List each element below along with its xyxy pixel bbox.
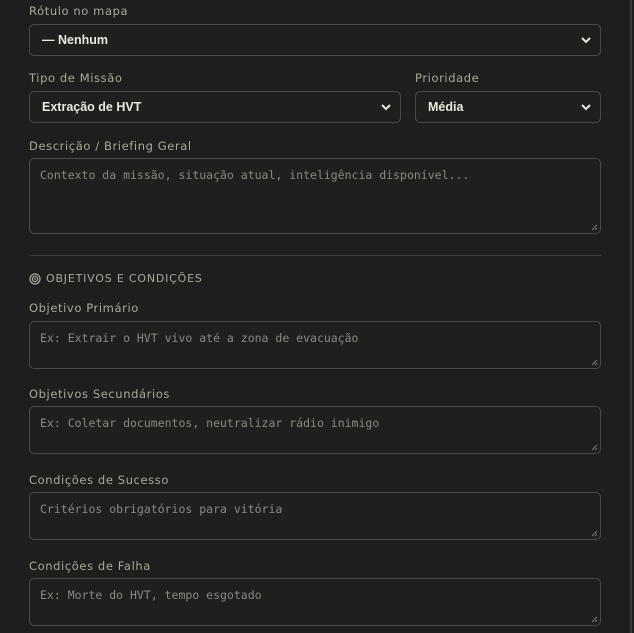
map-label-select[interactable]: — Nenhum: [29, 24, 601, 56]
resize-grip-icon[interactable]: [591, 616, 598, 623]
priority-label: Prioridade: [415, 71, 480, 85]
map-label-label: Rótulo no mapa: [29, 4, 129, 18]
secondary-objectives-label: Objetivos Secundários: [29, 387, 170, 401]
failure-conditions-label: Condições de Falha: [29, 559, 151, 573]
success-conditions-textarea[interactable]: Critérios obrigatórios para vitória: [29, 492, 601, 540]
priority-select[interactable]: Média: [415, 91, 601, 123]
mission-type-select[interactable]: Extração de HVT: [29, 91, 401, 123]
primary-objective-textarea[interactable]: Ex: Extrair o HVT vivo até a zona de eva…: [29, 321, 601, 369]
secondary-objectives-placeholder: Ex: Coletar documentos, neutralizar rádi…: [40, 416, 380, 430]
objectives-section-text: OBJETIVOS E CONDIÇÕES: [46, 272, 203, 285]
briefing-placeholder: Contexto da missão, situação atual, inte…: [40, 168, 470, 182]
resize-grip-icon[interactable]: [591, 359, 598, 366]
chevron-down-icon: [581, 104, 591, 111]
resize-grip-icon[interactable]: [591, 224, 598, 231]
briefing-textarea[interactable]: Contexto da missão, situação atual, inte…: [29, 158, 601, 234]
primary-objective-label: Objetivo Primário: [29, 301, 139, 315]
form-panel: Rótulo no mapa — Nenhum Tipo de Missão E…: [0, 0, 632, 633]
chevron-down-icon: [581, 37, 591, 44]
success-conditions-placeholder: Critérios obrigatórios para vitória: [40, 502, 283, 516]
briefing-label: Descrição / Briefing Geral: [29, 139, 192, 153]
success-conditions-label: Condições de Sucesso: [29, 473, 169, 487]
map-label-value: — Nenhum: [42, 33, 108, 47]
primary-objective-placeholder: Ex: Extrair o HVT vivo até a zona de eva…: [40, 331, 359, 345]
target-icon: [29, 272, 41, 285]
mission-type-value: Extração de HVT: [42, 100, 142, 114]
chevron-down-icon: [381, 104, 391, 111]
resize-grip-icon[interactable]: [591, 530, 598, 537]
priority-value: Média: [428, 100, 464, 114]
objectives-section-title: OBJETIVOS E CONDIÇÕES: [29, 272, 203, 285]
failure-conditions-textarea[interactable]: Ex: Morte do HVT, tempo esgotado: [29, 578, 601, 626]
failure-conditions-placeholder: Ex: Morte do HVT, tempo esgotado: [40, 588, 262, 602]
section-divider: [29, 255, 601, 256]
mission-type-label: Tipo de Missão: [29, 71, 123, 85]
secondary-objectives-textarea[interactable]: Ex: Coletar documentos, neutralizar rádi…: [29, 406, 601, 454]
resize-grip-icon[interactable]: [591, 444, 598, 451]
